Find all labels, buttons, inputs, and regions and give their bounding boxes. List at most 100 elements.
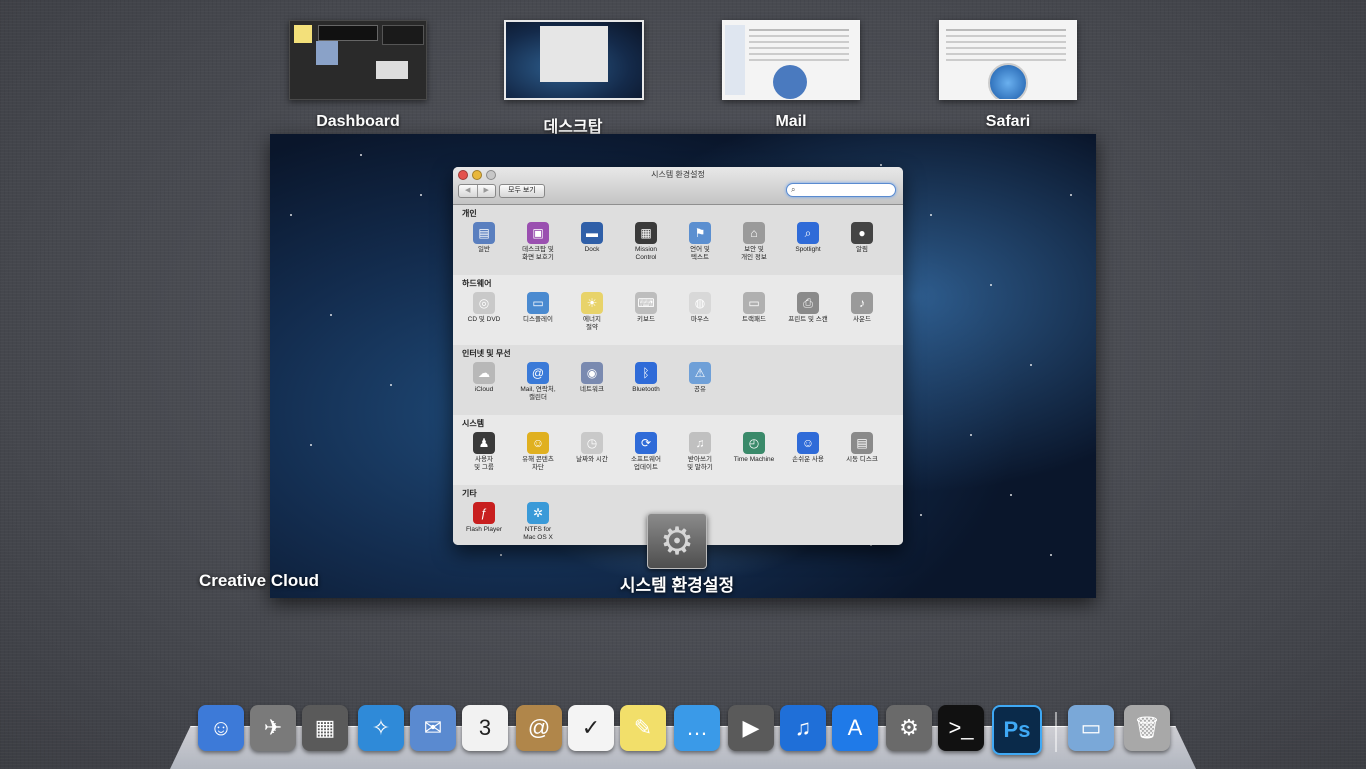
pref-pane-item[interactable]: ♪ 사운드 bbox=[835, 289, 889, 343]
finder-icon[interactable]: ☺ bbox=[198, 705, 244, 751]
star bbox=[990, 284, 992, 286]
pref-pane-item[interactable]: ▣ 데스크탑 및 화면 보호기 bbox=[511, 219, 565, 273]
pref-pane-label: Mission Control bbox=[634, 246, 658, 261]
mission-control-icon: ▦ bbox=[635, 222, 657, 244]
space-label: Mail bbox=[775, 113, 807, 130]
search-field[interactable]: ⌕ bbox=[786, 183, 896, 197]
pref-pane-label: 키보드 bbox=[637, 316, 655, 323]
reminders-icon[interactable]: ✓ bbox=[568, 705, 614, 751]
pref-pane-item[interactable]: ⎙ 프린트 및 스캔 bbox=[781, 289, 835, 343]
pref-pane-item[interactable]: ♟ 사용자 및 그룹 bbox=[457, 429, 511, 483]
pref-pane-label: Bluetooth bbox=[632, 386, 660, 393]
pref-pane-item[interactable]: ☁ iCloud bbox=[457, 359, 511, 413]
pref-pane-label: 소프트웨어 업데이트 bbox=[631, 456, 661, 471]
pref-pane-item[interactable]: ▭ 트랙패드 bbox=[727, 289, 781, 343]
startup-disk-icon: ▤ bbox=[851, 432, 873, 454]
mail-icon[interactable]: ✉ bbox=[410, 705, 456, 751]
pref-pane-item[interactable]: ☺ 유해 콘텐츠 차단 bbox=[511, 429, 565, 483]
calendar-icon[interactable]: 3 bbox=[462, 705, 508, 751]
space-mail[interactable]: Mail bbox=[722, 20, 860, 130]
pref-pane-item[interactable]: ◉ 네트워크 bbox=[565, 359, 619, 413]
window-title: 시스템 환경설정 bbox=[651, 170, 705, 179]
safari-icon[interactable]: ✧ bbox=[358, 705, 404, 751]
notes-icon[interactable]: ✎ bbox=[620, 705, 666, 751]
spotlight-icon: ⌕ bbox=[797, 222, 819, 244]
network-icon: ◉ bbox=[581, 362, 603, 384]
system-preferences-window[interactable]: 시스템 환경설정 ◀ ▶ 모두 보기 ⌕ 개인 ▤ 일반 ▣ 데스크탑 및 화면 보호기… bbox=[453, 167, 903, 545]
section-title: 하드웨어 bbox=[462, 279, 492, 288]
pref-pane-item[interactable]: ⟳ 소프트웨어 업데이트 bbox=[619, 429, 673, 483]
back-forward-buttons[interactable]: ◀ ▶ bbox=[458, 184, 496, 198]
messages-icon[interactable]: … bbox=[674, 705, 720, 751]
pref-pane-label: CD 및 DVD bbox=[467, 316, 501, 323]
pref-pane-item[interactable]: ᛒ Bluetooth bbox=[619, 359, 673, 413]
preference-sections: 개인 ▤ 일반 ▣ 데스크탑 및 화면 보호기 ▬ Dock ▦ Mission Control… bbox=[453, 205, 903, 545]
star bbox=[360, 154, 362, 156]
trackpad-icon: ▭ bbox=[743, 292, 765, 314]
pref-pane-label: Time Machine bbox=[733, 456, 775, 463]
pref-pane-label: iCloud bbox=[474, 386, 494, 393]
pref-pane-item[interactable]: ⚠ 공유 bbox=[673, 359, 727, 413]
mouse-icon: ◍ bbox=[689, 292, 711, 314]
space-dashboard[interactable]: Dashboard bbox=[289, 20, 427, 130]
pref-pane-item[interactable]: ◎ CD 및 DVD bbox=[457, 289, 511, 343]
pref-pane-label: Spotlight bbox=[795, 246, 821, 253]
space-desktop[interactable]: 데스크탑 bbox=[504, 20, 644, 136]
ntfs-icon: ✲ bbox=[527, 502, 549, 524]
pref-pane-item[interactable]: ☀ 에너지 절약 bbox=[565, 289, 619, 343]
sharing-icon: ⚠ bbox=[689, 362, 711, 384]
pref-pane-item[interactable]: @ Mail, 연락처, 캘린더 bbox=[511, 359, 565, 413]
space-safari[interactable]: Safari bbox=[939, 20, 1077, 130]
software-update-icon: ⟳ bbox=[635, 432, 657, 454]
launchpad-icon[interactable]: ✈ bbox=[250, 705, 296, 751]
trash-icon[interactable]: 🗑 bbox=[1124, 705, 1170, 751]
pref-pane-item[interactable]: ⌕ Spotlight bbox=[781, 219, 835, 273]
pref-pane-item[interactable]: ☺ 손쉬운 사용 bbox=[781, 429, 835, 483]
photoshop-icon[interactable]: Ps bbox=[992, 705, 1042, 755]
star bbox=[1070, 194, 1072, 196]
pref-pane-item[interactable]: ◍ 마우스 bbox=[673, 289, 727, 343]
time-machine-icon: ◴ bbox=[743, 432, 765, 454]
section-row: ☁ iCloud @ Mail, 연락처, 캘린더 ◉ 네트워크 ᛒ Bluetooth ⚠ 공유 bbox=[453, 359, 903, 413]
sound-icon: ♪ bbox=[851, 292, 873, 314]
pref-pane-item[interactable]: ▬ Dock bbox=[565, 219, 619, 273]
terminal-icon[interactable]: >_ bbox=[938, 705, 984, 751]
facetime-icon[interactable]: ▶ bbox=[728, 705, 774, 751]
app-caption: 시스템 환경설정 bbox=[619, 576, 735, 595]
pref-pane-label: NTFS for Mac OS X bbox=[523, 526, 553, 541]
app-store-icon[interactable]: A bbox=[832, 705, 878, 751]
flash-player-icon: ƒ bbox=[473, 502, 495, 524]
printer-icon: ⎙ bbox=[797, 292, 819, 314]
pref-pane-item[interactable]: ⌂ 보안 및 개인 정보 bbox=[727, 219, 781, 273]
folder-icon[interactable]: ▭ bbox=[1068, 705, 1114, 751]
pref-pane-item[interactable]: ♫ 받아쓰기 및 말하기 bbox=[673, 429, 727, 483]
pref-pane-item[interactable]: ƒ Flash Player bbox=[457, 499, 511, 545]
pref-pane-item[interactable]: ◴ Time Machine bbox=[727, 429, 781, 483]
star bbox=[970, 434, 972, 436]
section: 개인 ▤ 일반 ▣ 데스크탑 및 화면 보호기 ▬ Dock ▦ Mission Control… bbox=[453, 205, 903, 275]
pref-pane-item[interactable]: ✲ NTFS for Mac OS X bbox=[511, 499, 565, 545]
system-preferences-icon[interactable]: ⚙ bbox=[886, 705, 932, 751]
mission-control-dock-icon[interactable]: ▦ bbox=[302, 705, 348, 751]
back-arrow-icon[interactable]: ◀ bbox=[459, 185, 478, 197]
search-icon: ⌕ bbox=[791, 185, 796, 194]
pref-pane-item[interactable]: ▦ Mission Control bbox=[619, 219, 673, 273]
star bbox=[1050, 554, 1052, 556]
pref-pane-label: 트랙패드 bbox=[742, 316, 766, 323]
pref-pane-label: 디스플레이 bbox=[523, 316, 553, 323]
pref-pane-item[interactable]: ◷ 날짜와 시간 bbox=[565, 429, 619, 483]
contacts-icon[interactable]: @ bbox=[516, 705, 562, 751]
itunes-icon[interactable]: ♫ bbox=[780, 705, 826, 751]
star bbox=[310, 444, 312, 446]
pref-pane-item[interactable]: ▤ 일반 bbox=[457, 219, 511, 273]
pref-pane-item[interactable]: ⌨ 키보드 bbox=[619, 289, 673, 343]
pref-pane-item[interactable]: ▤ 시동 디스크 bbox=[835, 429, 889, 483]
pref-pane-label: 보안 및 개인 정보 bbox=[741, 246, 767, 261]
show-all-button[interactable]: 모두 보기 bbox=[499, 184, 545, 198]
forward-arrow-icon[interactable]: ▶ bbox=[478, 185, 496, 197]
pref-pane-item[interactable]: ▭ 디스플레이 bbox=[511, 289, 565, 343]
pref-pane-label: Flash Player bbox=[465, 526, 503, 533]
pref-pane-item[interactable]: ⚑ 언어 및 텍스트 bbox=[673, 219, 727, 273]
pref-pane-item[interactable]: ● 알림 bbox=[835, 219, 889, 273]
pref-pane-label: 손쉬운 사용 bbox=[792, 456, 824, 463]
